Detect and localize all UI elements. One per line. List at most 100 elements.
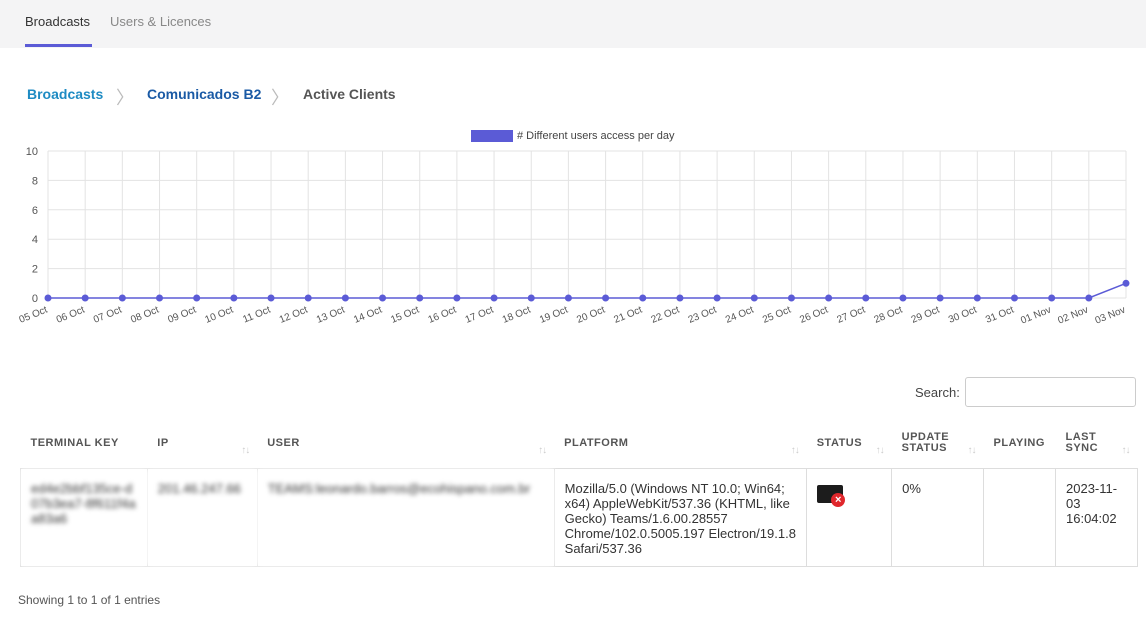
breadcrumb-separator-icon: 〉 <box>116 88 134 108</box>
cell-playing <box>983 467 1056 567</box>
x-tick-label: 08 Oct <box>129 305 161 326</box>
data-point <box>825 294 833 302</box>
x-tick-label: 20 Oct <box>575 305 607 326</box>
sort-icon[interactable]: ↑↓ <box>1122 445 1131 456</box>
data-point <box>416 294 424 302</box>
x-tick-label: 14 Oct <box>352 305 384 326</box>
table-row[interactable]: ed4e2bbf135ce-d07b3ea7-8f611f4aa83a6 201… <box>20 467 1138 567</box>
column-header-playing[interactable]: PLAYING <box>983 418 1056 469</box>
data-point <box>1122 279 1130 287</box>
tab-broadcasts[interactable]: Broadcasts <box>25 14 90 29</box>
data-point <box>341 294 349 302</box>
x-tick-label: 21 Oct <box>612 305 644 326</box>
data-point <box>527 294 535 302</box>
data-point <box>118 294 126 302</box>
cell-user: TEAMS:leonardo.barros@ecohispano.com.br <box>256 467 555 567</box>
y-tick-label: 2 <box>32 264 38 276</box>
data-point <box>750 294 758 302</box>
x-tick-label: 05 Oct <box>18 305 50 326</box>
legend-label: # Different users access per day <box>517 130 675 142</box>
x-tick-label: 10 Oct <box>204 305 236 326</box>
top-tab-bar: Broadcasts Users & Licences <box>0 0 1146 48</box>
column-header-status[interactable]: STATUS ↑↓ <box>806 418 892 469</box>
sort-icon[interactable]: ↑↓ <box>876 445 885 456</box>
x-tick-label: 28 Oct <box>873 305 905 326</box>
data-point <box>787 294 795 302</box>
x-tick-label: 31 Oct <box>984 305 1016 326</box>
x-tick-label: 19 Oct <box>538 305 570 326</box>
data-point <box>862 294 870 302</box>
data-point <box>1048 294 1056 302</box>
data-point <box>490 294 498 302</box>
data-point <box>1085 294 1093 302</box>
y-tick-label: 4 <box>32 234 38 246</box>
column-header-ip[interactable]: IP ↑↓ <box>147 418 258 469</box>
column-header-user[interactable]: USER ↑↓ <box>257 418 555 469</box>
data-point <box>564 294 572 302</box>
column-header-update-status[interactable]: UPDATE STATUS ↑↓ <box>891 418 984 469</box>
y-tick-label: 6 <box>32 205 38 217</box>
x-tick-label: 13 Oct <box>315 305 347 326</box>
x-tick-label: 29 Oct <box>910 305 942 326</box>
table-info: Showing 1 to 1 of 1 entries <box>18 593 161 607</box>
column-header-platform[interactable]: PLATFORM ↑↓ <box>554 418 807 469</box>
breadcrumb-item-comunicados[interactable]: Comunicados B2 <box>147 86 261 102</box>
x-tick-label: 12 Oct <box>278 305 310 326</box>
cell-update-status: 0% <box>891 467 985 567</box>
data-point <box>602 294 610 302</box>
search-label: Search: <box>915 385 960 400</box>
x-tick-label: 03 Nov <box>1094 305 1128 327</box>
breadcrumb-item-broadcasts[interactable]: Broadcasts <box>27 86 103 102</box>
x-tick-label: 27 Oct <box>835 305 867 326</box>
x-tick-label: 16 Oct <box>427 305 459 326</box>
x-tick-label: 25 Oct <box>761 305 793 326</box>
cell-last-sync: 2023-11-03 16:04:02 <box>1055 467 1138 567</box>
data-point <box>713 294 721 302</box>
error-badge-icon: × <box>831 492 846 507</box>
x-tick-label: 01 Nov <box>1019 305 1053 327</box>
data-point <box>44 294 52 302</box>
cell-terminal-key: ed4e2bbf135ce-d07b3ea7-8f611f4aa83a6 <box>20 467 148 567</box>
data-point <box>156 294 164 302</box>
data-point <box>639 294 647 302</box>
breadcrumb-separator-icon: 〉 <box>271 88 289 108</box>
x-tick-label: 26 Oct <box>798 305 830 326</box>
x-tick-label: 30 Oct <box>947 305 979 326</box>
table-header-row: TERMINAL KEY IP ↑↓ USER ↑↓ PLATFORM ↑↓ STAT… <box>20 418 1138 469</box>
x-tick-label: 15 Oct <box>389 305 421 326</box>
data-point <box>267 294 275 302</box>
data-point <box>193 294 201 302</box>
data-point <box>899 294 907 302</box>
sort-icon[interactable]: ↑↓ <box>538 445 547 456</box>
legend-swatch <box>471 130 513 142</box>
x-tick-label: 23 Oct <box>687 305 719 326</box>
data-point <box>81 294 89 302</box>
x-tick-label: 18 Oct <box>501 305 533 326</box>
cell-platform: Mozilla/5.0 (Windows NT 10.0; Win64; x64… <box>553 467 808 567</box>
cell-ip: 201.46.247.66 <box>146 467 258 567</box>
data-point <box>453 294 461 302</box>
y-tick-label: 10 <box>26 146 38 158</box>
cell-status: × <box>806 467 893 567</box>
x-tick-label: 09 Oct <box>166 305 198 326</box>
sort-icon[interactable]: ↑↓ <box>241 445 250 456</box>
clients-table: TERMINAL KEY IP ↑↓ USER ↑↓ PLATFORM ↑↓ STAT… <box>20 418 1138 567</box>
breadcrumb-item-active-clients: Active Clients <box>303 86 396 102</box>
column-header-terminal-key[interactable]: TERMINAL KEY <box>20 418 148 469</box>
search-input[interactable] <box>965 377 1136 407</box>
x-tick-label: 07 Oct <box>92 305 124 326</box>
tab-users-licences[interactable]: Users & Licences <box>110 14 211 29</box>
series-line <box>48 282 1127 299</box>
data-point <box>379 294 387 302</box>
data-point <box>936 294 944 302</box>
column-header-last-sync[interactable]: LAST SYNC ↑↓ <box>1055 418 1138 469</box>
data-point <box>230 294 238 302</box>
sort-icon[interactable]: ↑↓ <box>791 445 800 456</box>
data-point <box>676 294 684 302</box>
x-tick-label: 22 Oct <box>650 305 682 326</box>
sort-icon[interactable]: ↑↓ <box>968 445 977 456</box>
x-tick-label: 02 Nov <box>1056 305 1090 327</box>
data-point <box>973 294 981 302</box>
y-tick-label: 0 <box>32 293 38 305</box>
users-access-chart: 0 2 4 6 8 10 05 Oct 06 Oct 07 Oct 08 Oct 09 Oct 10 … <box>18 130 1130 327</box>
